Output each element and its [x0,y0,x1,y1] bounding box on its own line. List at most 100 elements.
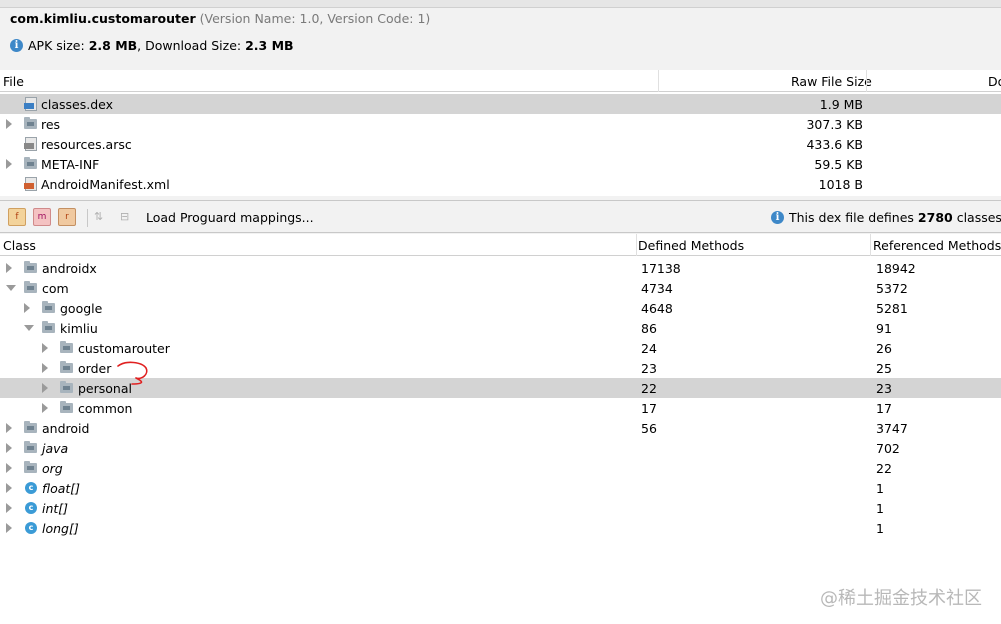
file-size: 1018 B [818,177,863,192]
class-row[interactable]: org 22 [0,458,1001,478]
class-row[interactable]: android 56 3747 [0,418,1001,438]
class-icon: c [25,522,37,534]
folder-icon [24,117,37,129]
column-header-class[interactable]: Class [3,238,36,253]
file-row[interactable]: res 307.3 KB [0,114,1001,134]
column-header-defined-methods[interactable]: Defined Methods [638,238,744,253]
expand-arrow-icon[interactable] [42,343,48,353]
class-row[interactable]: c int[] 1 [0,498,1001,518]
class-row[interactable]: common 17 17 [0,398,1001,418]
expand-arrow-icon[interactable] [6,463,12,473]
dex-file-icon [24,97,37,111]
defined-methods-value: 22 [641,381,657,396]
show-referenced-button[interactable]: r [58,208,76,226]
collapse-arrow-icon[interactable] [24,325,34,331]
file-tree-panel: File Raw File Size Do classes.dex 1.9 MB r… [0,70,1001,196]
dex-toolbar: f m r ⇅ ⊟ Load Proguard mappings... i Th… [0,200,1001,233]
file-row[interactable]: META-INF 59.5 KB [0,154,1001,174]
toolbar-separator [87,209,88,227]
load-proguard-mappings-link[interactable]: Load Proguard mappings... [146,210,314,225]
expand-arrow-icon[interactable] [42,383,48,393]
file-row[interactable]: classes.dex 1.9 MB [0,94,1001,114]
class-row[interactable]: androidx 17138 18942 [0,258,1001,278]
referenced-methods-value: 91 [876,321,892,336]
class-icon: c [25,502,37,514]
arsc-file-icon [24,137,37,151]
class-row[interactable]: c float[] 1 [0,478,1001,498]
tree-icon[interactable]: ⊟ [120,210,136,224]
expand-arrow-icon[interactable] [6,523,12,533]
referenced-methods-value: 25 [876,361,892,376]
expand-arrow-icon[interactable] [6,503,12,513]
class-name: long[] [42,521,79,536]
referenced-methods-value: 5372 [876,281,908,296]
expand-arrow-icon[interactable] [6,423,12,433]
defined-methods-value: 86 [641,321,657,336]
class-row[interactable]: com 4734 5372 [0,278,1001,298]
class-name: kimliu [60,321,98,336]
defined-methods-value: 56 [641,421,657,436]
class-name: order [78,361,112,376]
column-header-referenced-methods[interactable]: Referenced Methods [873,238,1001,253]
expand-arrow-icon[interactable] [42,363,48,373]
package-icon [24,421,37,433]
referenced-methods-value: 1 [876,521,884,536]
column-header-download-size[interactable]: Do [988,74,1001,89]
file-name: resources.arsc [41,137,132,152]
download-size-value: 2.3 MB [245,38,294,53]
show-fields-button[interactable]: f [8,208,26,226]
file-name: classes.dex [41,97,114,112]
file-row[interactable]: AndroidManifest.xml 1018 B [0,174,1001,194]
xml-file-icon [24,177,37,191]
class-name: android [42,421,90,436]
class-row[interactable]: customarouter 24 26 [0,338,1001,358]
package-icon [42,301,55,313]
referenced-methods-value: 22 [876,461,892,476]
watermark: @稀土掘金技术社区 [820,588,982,609]
referenced-methods-value: 17 [876,401,892,416]
expand-arrow-icon[interactable] [24,303,30,313]
top-tab-strip [0,0,1001,8]
red-annotation-scribble [117,361,148,385]
referenced-methods-value: 23 [876,381,892,396]
referenced-methods-value: 3747 [876,421,908,436]
class-row[interactable]: kimliu 86 91 [0,318,1001,338]
package-icon [60,361,73,373]
referenced-methods-value: 702 [876,441,900,456]
info-icon: i [10,39,23,52]
expand-arrow-icon[interactable] [6,263,12,273]
class-name: int[] [42,501,69,516]
class-row[interactable]: google 4648 5281 [0,298,1001,318]
info-icon: i [771,211,784,224]
apk-size-info: i APK size: 2.8 MB, Download Size: 2.3 M… [10,38,294,53]
expand-arrow-icon[interactable] [6,119,12,129]
package-icon [24,281,37,293]
referenced-methods-value: 1 [876,481,884,496]
class-row[interactable]: c long[] 1 [0,518,1001,538]
sort-icon[interactable]: ⇅ [94,210,110,224]
class-name: float[] [42,481,81,496]
apk-size-value: 2.8 MB [88,38,138,53]
class-name: com [42,281,69,296]
expand-arrow-icon[interactable] [6,443,12,453]
class-table-header: Class Defined Methods Referenced Methods [0,234,1001,256]
class-name: customarouter [78,341,170,356]
class-name: androidx [42,261,97,276]
class-tree-panel: Class Defined Methods Referenced Methods… [0,234,1001,624]
file-size: 59.5 KB [814,157,863,172]
file-size: 1.9 MB [819,97,863,112]
column-header-raw-size[interactable]: Raw File Size [791,74,872,89]
class-row[interactable]: java 702 [0,438,1001,458]
expand-arrow-icon[interactable] [6,483,12,493]
expand-arrow-icon[interactable] [42,403,48,413]
defined-methods-value: 4734 [641,281,673,296]
collapse-arrow-icon[interactable] [6,285,16,291]
column-header-file[interactable]: File [3,74,24,89]
defined-methods-value: 17138 [641,261,681,276]
expand-arrow-icon[interactable] [6,159,12,169]
package-icon [60,341,73,353]
show-methods-button[interactable]: m [33,208,51,226]
file-size: 307.3 KB [806,117,863,132]
file-row[interactable]: resources.arsc 433.6 KB [0,134,1001,154]
package-icon [42,321,55,333]
